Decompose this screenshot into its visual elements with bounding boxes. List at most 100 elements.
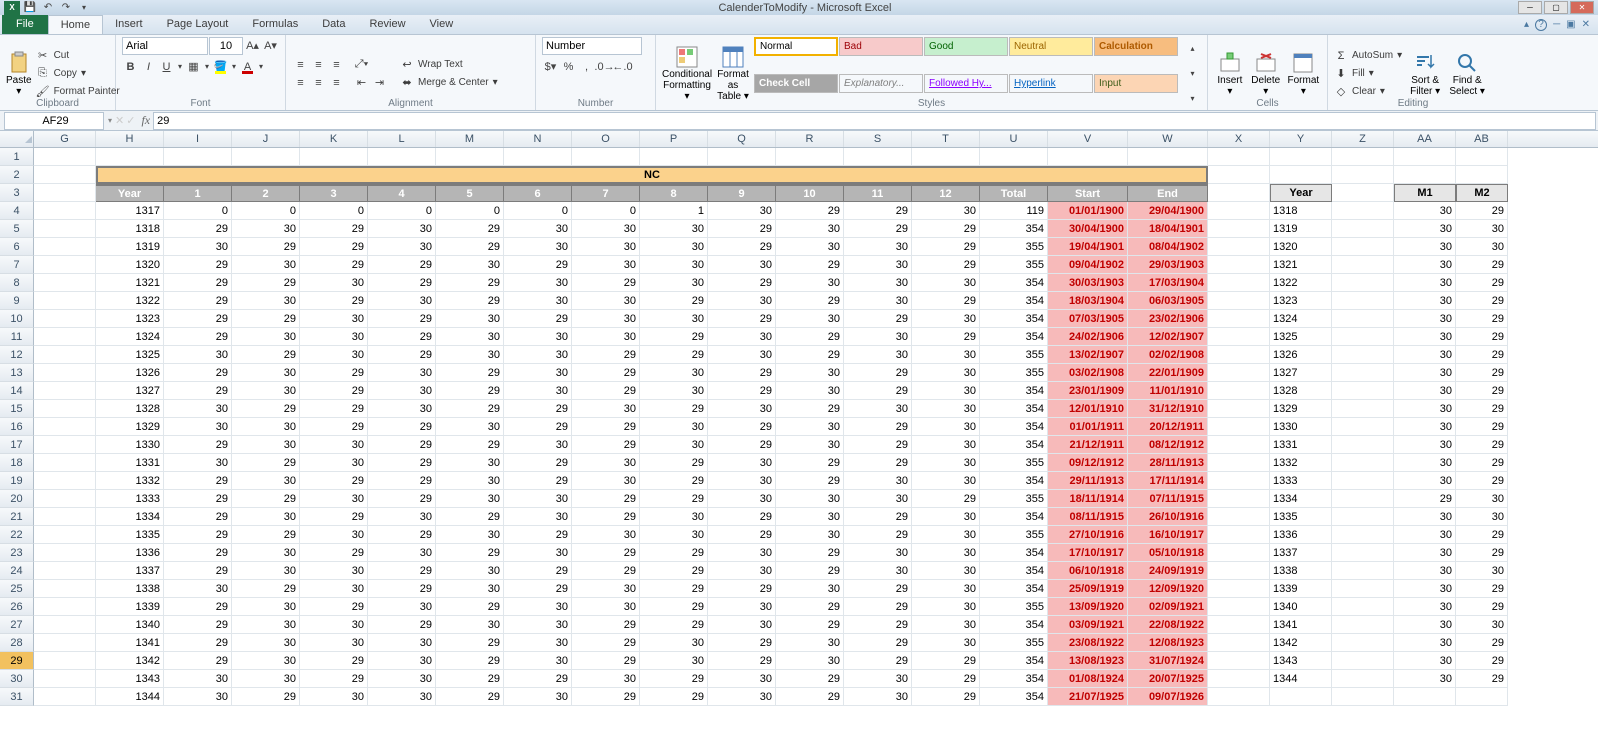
cell[interactable]: 30 <box>776 310 844 328</box>
cell[interactable]: 30 <box>912 544 980 562</box>
cell[interactable]: 06/03/1905 <box>1128 292 1208 310</box>
cell[interactable]: 1336 <box>1270 526 1332 544</box>
tab-formulas[interactable]: Formulas <box>240 15 310 34</box>
cell[interactable]: 29 <box>164 562 232 580</box>
cell[interactable] <box>1332 382 1394 400</box>
cell[interactable]: 1332 <box>1270 454 1332 472</box>
cell[interactable]: 23/01/1909 <box>1048 382 1128 400</box>
cell[interactable]: 29 <box>708 382 776 400</box>
cell[interactable]: 29 <box>504 670 572 688</box>
cell[interactable]: 29 <box>844 634 912 652</box>
cell[interactable]: 30 <box>776 436 844 454</box>
table-header[interactable]: 12 <box>912 184 980 202</box>
cell[interactable]: 1324 <box>96 328 164 346</box>
cell[interactable]: 29 <box>300 400 368 418</box>
cell[interactable]: 1344 <box>1270 670 1332 688</box>
cell[interactable] <box>1332 256 1394 274</box>
cell[interactable] <box>1332 328 1394 346</box>
cell[interactable] <box>1208 598 1270 616</box>
cell[interactable]: 355 <box>980 346 1048 364</box>
cell[interactable]: 30 <box>844 292 912 310</box>
align-middle-icon[interactable]: ≡ <box>310 56 327 73</box>
cell[interactable] <box>1208 310 1270 328</box>
cell[interactable]: 30 <box>708 292 776 310</box>
cell[interactable]: 30 <box>368 634 436 652</box>
cell[interactable]: 13/09/1920 <box>1048 598 1128 616</box>
cell[interactable] <box>912 148 980 166</box>
cell[interactable] <box>1394 166 1456 184</box>
cell[interactable] <box>1332 670 1394 688</box>
cell[interactable]: 30 <box>232 292 300 310</box>
cell[interactable]: 354 <box>980 616 1048 634</box>
cell[interactable] <box>368 148 436 166</box>
cell[interactable]: 30 <box>708 202 776 220</box>
cell[interactable]: 29 <box>708 634 776 652</box>
cell[interactable]: 29 <box>368 526 436 544</box>
cell[interactable] <box>1332 508 1394 526</box>
cell[interactable]: 28/11/1913 <box>1128 454 1208 472</box>
window-min-icon[interactable]: ─ <box>1553 19 1560 30</box>
cell[interactable]: 29 <box>776 472 844 490</box>
cell[interactable]: 09/12/1912 <box>1048 454 1128 472</box>
cell[interactable]: 1319 <box>1270 220 1332 238</box>
cell[interactable]: 29 <box>232 490 300 508</box>
cell[interactable] <box>1208 652 1270 670</box>
cell[interactable]: 29 <box>912 328 980 346</box>
cell[interactable]: 30 <box>164 238 232 256</box>
cell[interactable]: 355 <box>980 256 1048 274</box>
cell[interactable]: 30 <box>232 364 300 382</box>
cell[interactable]: 29 <box>436 544 504 562</box>
cell[interactable]: 29 <box>368 274 436 292</box>
table-header[interactable]: 11 <box>844 184 912 202</box>
style-good[interactable]: Good <box>924 37 1008 56</box>
cell[interactable]: 30 <box>300 436 368 454</box>
cell[interactable]: 30 <box>640 310 708 328</box>
cell[interactable]: 07/11/1915 <box>1128 490 1208 508</box>
cell[interactable]: 1329 <box>1270 400 1332 418</box>
cell[interactable]: 29 <box>232 400 300 418</box>
cell[interactable]: 30 <box>232 382 300 400</box>
cell[interactable]: 29 <box>232 580 300 598</box>
cell[interactable]: 30 <box>776 634 844 652</box>
cell[interactable] <box>1208 328 1270 346</box>
cell[interactable]: 1319 <box>96 238 164 256</box>
cell[interactable] <box>1128 148 1208 166</box>
cell[interactable]: 29 <box>300 652 368 670</box>
cell[interactable]: 30 <box>708 670 776 688</box>
cell[interactable]: 0 <box>300 202 368 220</box>
cell[interactable] <box>1332 400 1394 418</box>
cell[interactable]: 29 <box>368 436 436 454</box>
cell[interactable]: 29 <box>300 220 368 238</box>
cell[interactable]: 30 <box>436 526 504 544</box>
cell[interactable]: 29 <box>164 598 232 616</box>
cell[interactable]: 29 <box>504 454 572 472</box>
cell[interactable]: 29 <box>300 598 368 616</box>
cell[interactable]: 30 <box>844 688 912 706</box>
cell[interactable] <box>1208 616 1270 634</box>
cell[interactable] <box>1332 616 1394 634</box>
cell[interactable]: 1344 <box>96 688 164 706</box>
shrink-font-icon[interactable]: A▾ <box>262 37 279 54</box>
cell[interactable]: 30 <box>436 616 504 634</box>
cell[interactable] <box>34 292 96 310</box>
column-header[interactable]: O <box>572 131 640 147</box>
cell[interactable] <box>1332 274 1394 292</box>
cell[interactable]: 26/10/1916 <box>1128 508 1208 526</box>
row-header[interactable]: 15 <box>0 400 34 418</box>
cell[interactable]: 21/07/1925 <box>1048 688 1128 706</box>
cell[interactable]: 30 <box>164 670 232 688</box>
cell[interactable]: 30 <box>912 562 980 580</box>
tab-file[interactable]: File <box>2 15 48 34</box>
cell[interactable] <box>34 562 96 580</box>
cell[interactable]: 354 <box>980 580 1048 598</box>
cell[interactable]: 30 <box>1394 670 1456 688</box>
cut-button[interactable]: ✂Cut <box>36 47 120 64</box>
cell[interactable]: 29 <box>776 562 844 580</box>
cell[interactable]: 30 <box>844 562 912 580</box>
cell[interactable] <box>1208 544 1270 562</box>
cell[interactable]: 30 <box>1394 346 1456 364</box>
cell[interactable]: 29 <box>1394 490 1456 508</box>
cell[interactable]: 30 <box>776 490 844 508</box>
cell[interactable] <box>34 598 96 616</box>
cell[interactable]: 09/07/1926 <box>1128 688 1208 706</box>
